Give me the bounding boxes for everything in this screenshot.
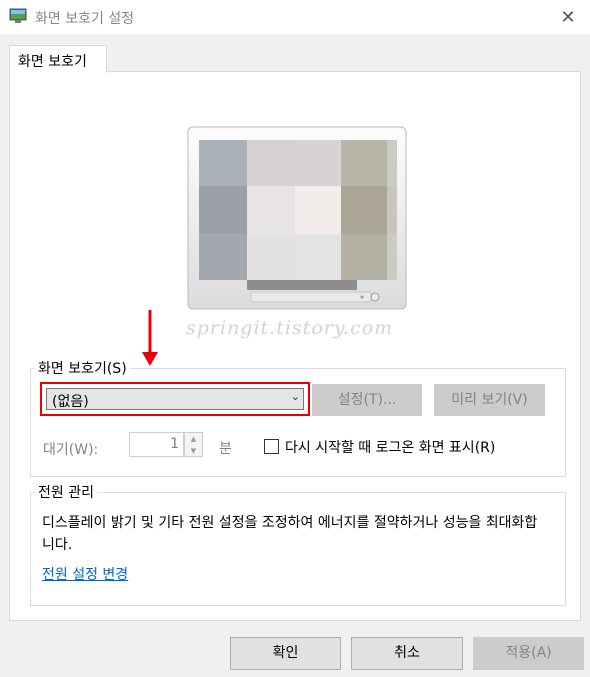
chevron-down-icon: ⌄ [290,390,300,403]
apply-button-label: 적용(A) [505,645,552,661]
screensaver-select-value: (없음) [52,394,89,410]
power-description: 디스플레이 밝기 및 기타 전원 설정을 조정하여 에너지를 절약하거나 성능을… [42,515,538,553]
wait-unit-label: 분 [219,441,232,457]
resume-logon-checkbox[interactable] [264,439,279,454]
screensaver-group-label: 화면 보호기(S) [35,358,130,378]
wait-minutes-value: 1 [170,436,179,452]
close-icon: ✕ [560,6,576,28]
wait-minutes-input[interactable]: 1 [129,432,184,457]
screensaver-settings-button[interactable]: 설정(T)... [312,384,422,416]
apply-button[interactable]: 적용(A) [473,637,584,670]
resume-logon-label[interactable]: 다시 시작할 때 로그온 화면 표시(R) [285,437,495,457]
tab-label: 화면 보호기 [18,54,87,70]
ok-button[interactable]: 확인 [230,637,341,670]
cancel-button-label: 취소 [394,645,420,661]
stepper-down-icon[interactable]: ▼ [185,445,202,457]
screensaver-preview-button[interactable]: 미리 보기(V) [434,384,545,416]
settings-button-label: 설정(T)... [337,392,397,408]
screensaver-select-highlight: (없음) ⌄ [40,382,310,416]
close-button[interactable]: ✕ [546,0,590,34]
window-title: 화면 보호기 설정 [35,11,135,27]
preview-button-label: 미리 보기(V) [451,392,528,408]
power-group-label: 전원 관리 [35,482,97,502]
tab-screensaver[interactable]: 화면 보호기 [9,45,107,73]
watermark-text: springit.tistory.com [186,317,394,339]
cancel-button[interactable]: 취소 [351,637,463,670]
stepper-up-icon[interactable]: ▲ [185,433,202,445]
monitor-preview-image [187,126,407,310]
wait-minutes-stepper[interactable]: ▲ ▼ [184,432,203,457]
wait-label: 대기(W): [43,442,99,458]
screensaver-select[interactable]: (없음) ⌄ [46,388,304,410]
ok-button-label: 확인 [272,645,299,661]
title-bar: 화면 보호기 설정 ✕ [0,0,590,34]
tab-panel: springit.tistory.com 화면 보호기(S) (없음) ⌄ 설정… [9,71,581,621]
red-arrow-annotation [142,310,158,366]
screensaver-app-icon [9,8,27,23]
power-settings-link[interactable]: 전원 설정 변경 [42,564,128,584]
